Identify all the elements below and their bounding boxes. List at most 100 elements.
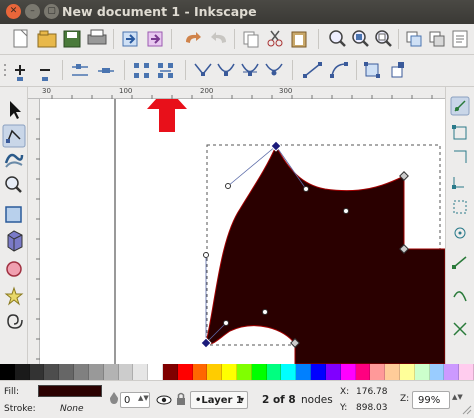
palette-swatch[interactable] — [88, 364, 104, 380]
document-properties-icon[interactable] — [452, 30, 468, 48]
palette-swatch[interactable] — [29, 364, 45, 380]
redo-icon[interactable] — [211, 32, 226, 43]
bezier-handle[interactable] — [223, 320, 229, 326]
bezier-handle[interactable] — [303, 186, 309, 192]
horizontal-ruler[interactable]: 30 100 200 300 — [28, 87, 445, 99]
drawing-canvas[interactable] — [40, 99, 445, 364]
layer-visibility-eye-icon[interactable] — [156, 394, 172, 406]
palette-swatch[interactable] — [133, 364, 149, 380]
clone-icon[interactable] — [429, 31, 445, 47]
bezier-handle[interactable] — [203, 252, 209, 258]
import-icon[interactable] — [122, 31, 138, 47]
join-endnodes-segment-icon[interactable] — [134, 63, 149, 78]
selected-node[interactable] — [270, 140, 282, 152]
snap-bbox-edge-icon[interactable] — [454, 150, 467, 163]
stroke-value[interactable]: None — [60, 404, 83, 414]
palette-swatch[interactable] — [281, 364, 297, 380]
snap-bbox-midpoint-icon[interactable] — [453, 200, 467, 214]
palette-swatch[interactable] — [296, 364, 312, 380]
segment-curve-icon[interactable] — [330, 62, 348, 78]
join-nodes-icon[interactable] — [72, 64, 88, 76]
palette-swatch[interactable] — [340, 364, 356, 380]
tweak-tool-icon[interactable] — [4, 153, 24, 168]
print-document-icon[interactable] — [87, 29, 107, 45]
window-close-button[interactable]: ✕ — [6, 4, 21, 19]
layer-lock-icon[interactable] — [175, 392, 187, 406]
palette-swatch[interactable] — [59, 364, 75, 380]
node-symmetric-icon[interactable] — [241, 63, 259, 76]
node-smooth-icon[interactable] — [217, 63, 235, 76]
zoom-tool-icon[interactable] — [5, 176, 22, 193]
zoom-page-icon[interactable] — [375, 30, 392, 47]
palette-swatch[interactable] — [399, 364, 415, 380]
palette-swatch[interactable] — [103, 364, 119, 380]
window-maximize-button[interactable]: ▢ — [44, 4, 59, 19]
palette-swatch[interactable] — [0, 364, 15, 380]
object-to-path-icon[interactable] — [364, 62, 380, 78]
spiral-tool-icon[interactable] — [7, 314, 23, 329]
export-icon[interactable] — [147, 31, 163, 47]
palette-swatch[interactable] — [325, 364, 341, 380]
palette-swatch[interactable] — [459, 364, 474, 380]
snap-bbox-icon[interactable] — [452, 125, 467, 140]
palette-swatch[interactable] — [370, 364, 386, 380]
snap-center-icon[interactable] — [454, 227, 466, 239]
palette-swatch[interactable] — [414, 364, 430, 380]
palette-swatch[interactable] — [251, 364, 267, 380]
paste-icon[interactable] — [291, 31, 307, 48]
segment-line-icon[interactable] — [303, 62, 322, 78]
selected-path[interactable] — [205, 144, 445, 364]
layer-selector[interactable]: •Layer 1 ▾ — [190, 391, 248, 409]
ellipse-tool-icon[interactable] — [6, 261, 22, 277]
window-minimize-button[interactable]: – — [25, 4, 40, 19]
vertical-ruler[interactable] — [28, 99, 40, 364]
copy-icon[interactable] — [243, 31, 259, 48]
save-document-icon[interactable] — [63, 30, 81, 48]
star-tool-icon[interactable] — [4, 286, 24, 306]
break-path-icon[interactable] — [98, 68, 114, 73]
undo-icon[interactable] — [186, 32, 201, 43]
bezier-handle[interactable] — [225, 183, 231, 189]
fill-swatch[interactable] — [38, 385, 102, 397]
bezier-handle[interactable] — [343, 208, 349, 214]
zoom-selection-icon[interactable] — [329, 30, 346, 47]
snap-path-icon[interactable] — [453, 291, 467, 302]
node-cusp-icon[interactable] — [194, 63, 212, 76]
delete-nodes-icon[interactable] — [40, 69, 50, 81]
palette-swatch[interactable] — [311, 364, 326, 380]
palette-swatch[interactable] — [237, 364, 252, 380]
new-document-icon[interactable] — [13, 29, 28, 48]
palette-swatch[interactable] — [192, 364, 208, 380]
zoom-input[interactable]: 99% — [412, 391, 450, 409]
palette-swatch[interactable] — [355, 364, 371, 380]
open-document-icon[interactable] — [37, 30, 57, 48]
palette-swatch[interactable] — [148, 364, 163, 380]
delete-segment-icon[interactable] — [158, 63, 173, 78]
duplicate-icon[interactable] — [406, 31, 422, 47]
selector-tool-icon[interactable] — [10, 101, 21, 119]
palette-swatch[interactable] — [118, 364, 134, 380]
palette-swatch[interactable] — [429, 364, 445, 380]
insert-nodes-icon[interactable] — [15, 65, 25, 81]
palette-swatch[interactable] — [14, 364, 30, 380]
opacity-spinbox[interactable]: 0 ▲▼ — [120, 392, 150, 408]
palette-swatch[interactable] — [385, 364, 400, 380]
resize-grip-icon[interactable] — [462, 405, 472, 415]
snap-intersection-icon[interactable] — [453, 322, 467, 336]
palette-swatch[interactable] — [74, 364, 89, 380]
stroke-to-path-icon[interactable] — [391, 62, 404, 78]
node-auto-smooth-icon[interactable] — [265, 63, 283, 76]
snap-bbox-corner-icon[interactable] — [452, 177, 464, 189]
palette-swatch[interactable] — [266, 364, 282, 380]
palette-swatch[interactable] — [44, 364, 60, 380]
zoom-drawing-icon[interactable] — [352, 30, 369, 47]
palette-swatch[interactable] — [177, 364, 193, 380]
node-tool-icon[interactable] — [2, 124, 26, 148]
snap-nodes-icon[interactable] — [452, 256, 467, 269]
palette-swatch[interactable] — [162, 364, 178, 380]
palette-swatch[interactable] — [222, 364, 237, 380]
bezier-handle[interactable] — [262, 309, 268, 315]
3d-box-tool-icon[interactable] — [7, 230, 23, 252]
spin-arrows-icon[interactable]: ▲▼ — [138, 394, 149, 402]
palette-swatch[interactable] — [207, 364, 223, 380]
